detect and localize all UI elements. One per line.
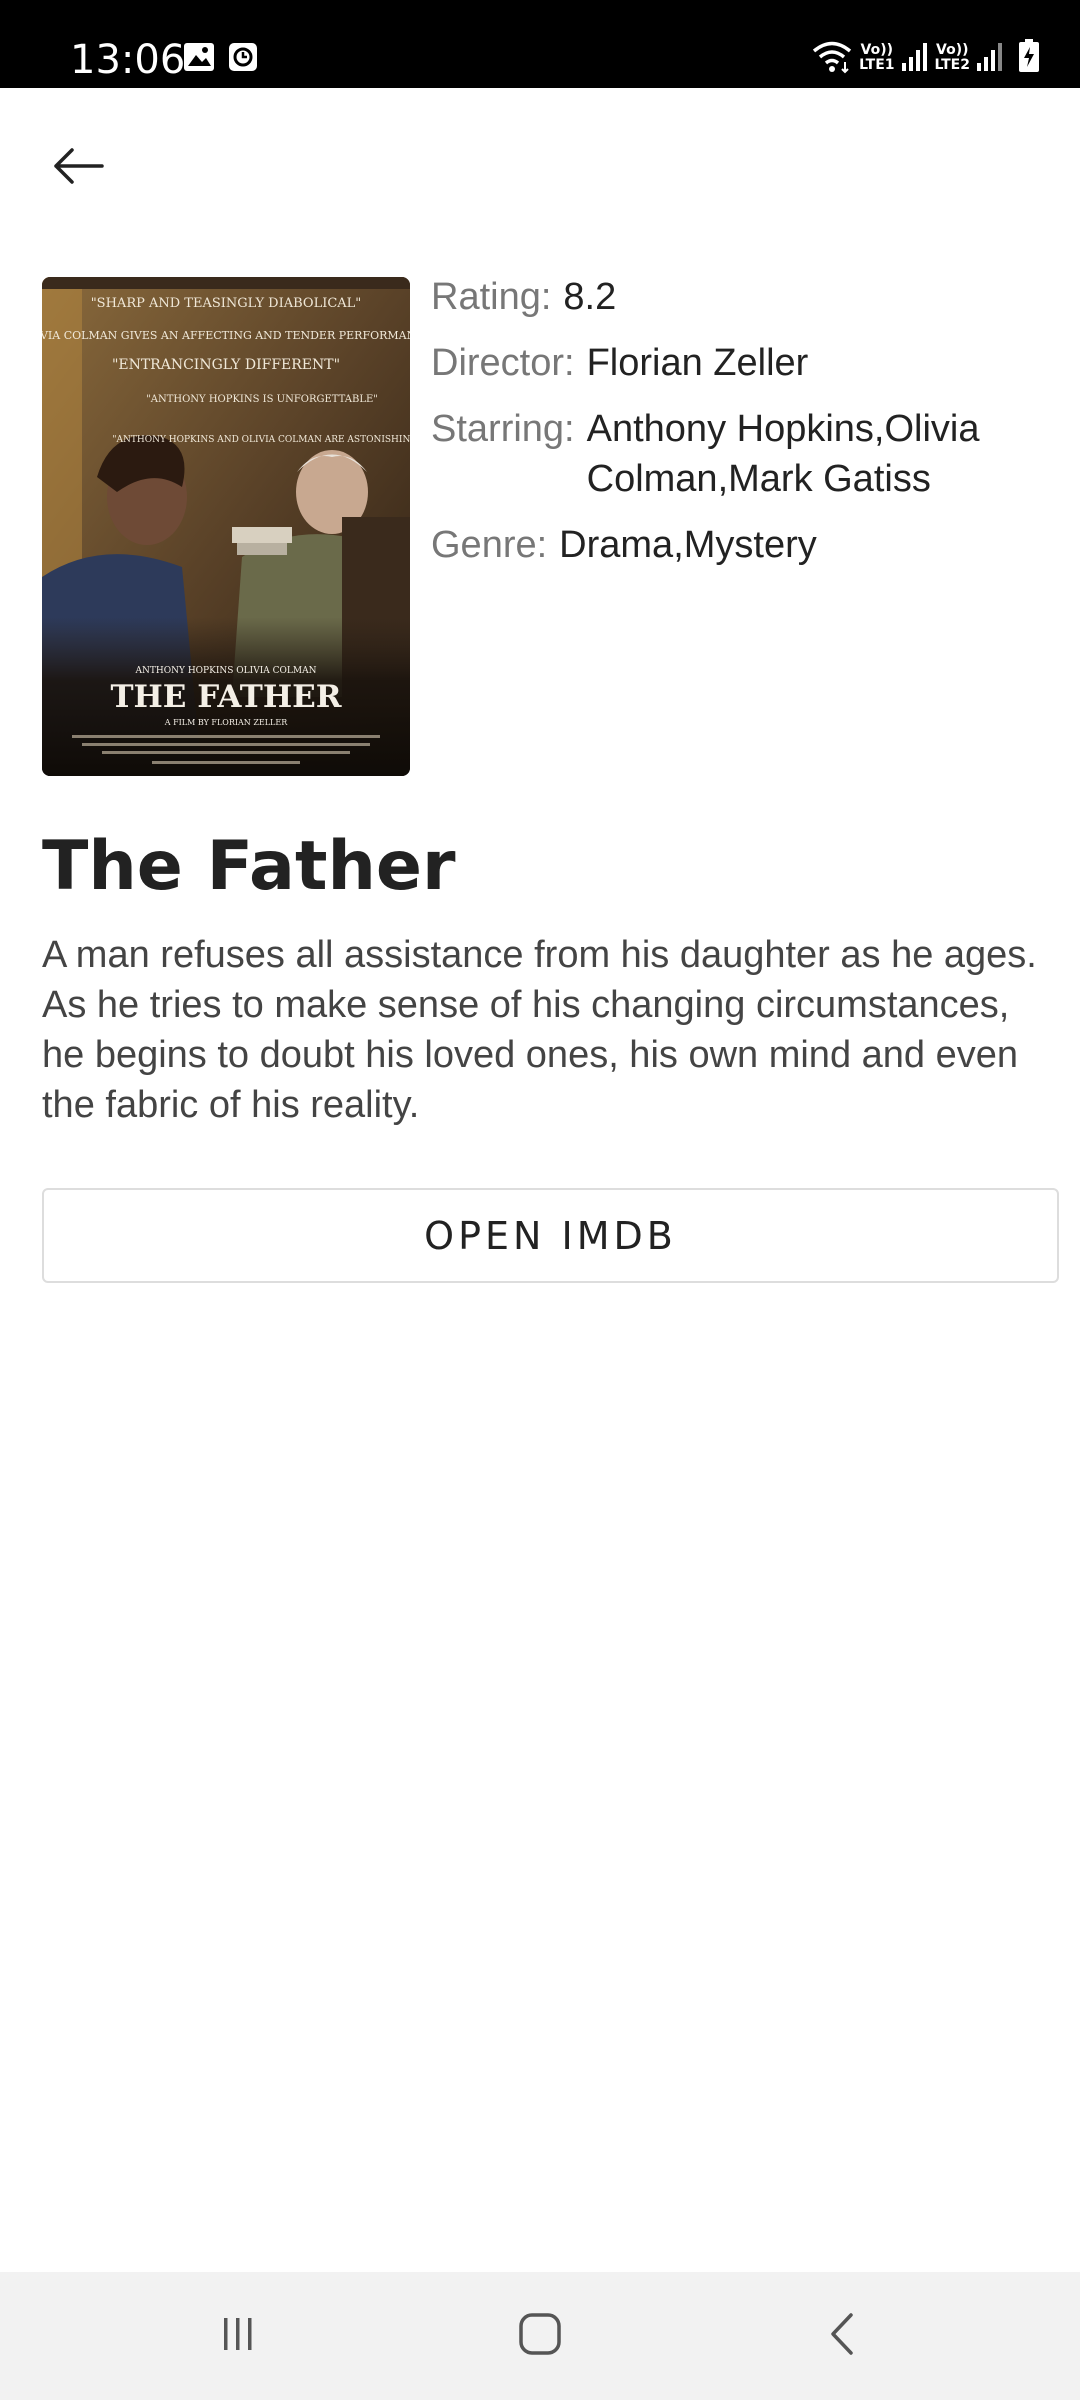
genre-value: Drama,Mystery [559,524,817,566]
arrow-left-icon [52,146,104,191]
status-bar: 13:06 Vo)) LTE1 Vo)) LTE2 [0,0,1080,88]
status-time: 13:06 [70,37,186,83]
signal-icon-2 [976,41,1004,76]
movie-synopsis: A man refuses all assistance from his da… [42,934,1037,1126]
gallery-icon [183,42,215,77]
director-row: Director: Florian Zeller [431,338,1051,388]
nav-back-icon [827,2312,857,2361]
starring-row: Starring: Anthony Hopkins,Olivia Colman,… [431,404,1051,504]
sim2-lte-label: LTE2 [934,57,970,73]
poster-quote-5: "ANTHONY HOPKINS AND OLIVIA COLMAN ARE A… [112,435,410,445]
genre-label: Genre: [431,524,548,566]
open-imdb-button[interactable]: OPEN IMDB [42,1188,1059,1283]
poster-quote-4: "ANTHONY HOPKINS IS UNFORGETTABLE" [146,394,378,405]
poster-director: A FILM BY FLORIAN ZELLER [164,718,288,727]
wifi-icon [811,38,853,79]
sim2-indicator: Vo)) LTE2 [935,43,970,73]
genre-row: Genre: Drama,Mystery [431,520,1051,570]
starring-label: Starring: [431,408,575,450]
poster-quote-2: "OLIVIA COLMAN GIVES AN AFFECTING AND TE… [42,329,410,342]
movie-title: The Father [42,827,456,906]
sim1-indicator: Vo)) LTE1 [859,43,894,73]
movie-poster: "SHARP AND TEASINGLY DIABOLICAL" "OLIVIA… [42,277,410,776]
movie-details: Rating: 8.2 Director: Florian Zeller Sta… [431,272,1051,586]
sim2-volte-label: Vo)) [936,42,969,58]
poster-title: THE FATHER [110,679,341,715]
status-right-group: Vo)) LTE1 Vo)) LTE2 [811,36,1040,80]
poster-actors: ANTHONY HOPKINS OLIVIA COLMAN [135,666,317,676]
home-icon [518,2312,562,2361]
director-value: Florian Zeller [586,342,809,384]
recents-button[interactable] [198,2296,278,2376]
rating-value: 8.2 [563,276,617,318]
sim1-volte-label: Vo)) [860,42,894,58]
battery-icon [1018,38,1040,78]
poster-quote-3: "ENTRANCINGLY DIFFERENT" [112,357,340,373]
signal-icon [901,41,929,76]
starring-value: Anthony Hopkins,Olivia Colman,Mark Gatis… [586,408,980,500]
navigation-bar [0,2272,1080,2400]
rating-label: Rating: [431,276,552,318]
back-button[interactable] [40,130,116,206]
recents-icon [218,2314,258,2359]
alarm-icon [228,42,258,77]
home-button[interactable] [500,2296,580,2376]
rating-row: Rating: 8.2 [431,272,1051,322]
director-label: Director: [431,342,575,384]
sim1-lte-label: LTE1 [859,57,895,73]
nav-back-button[interactable] [802,2296,882,2376]
poster-quote-1: "SHARP AND TEASINGLY DIABOLICAL" [91,296,362,311]
